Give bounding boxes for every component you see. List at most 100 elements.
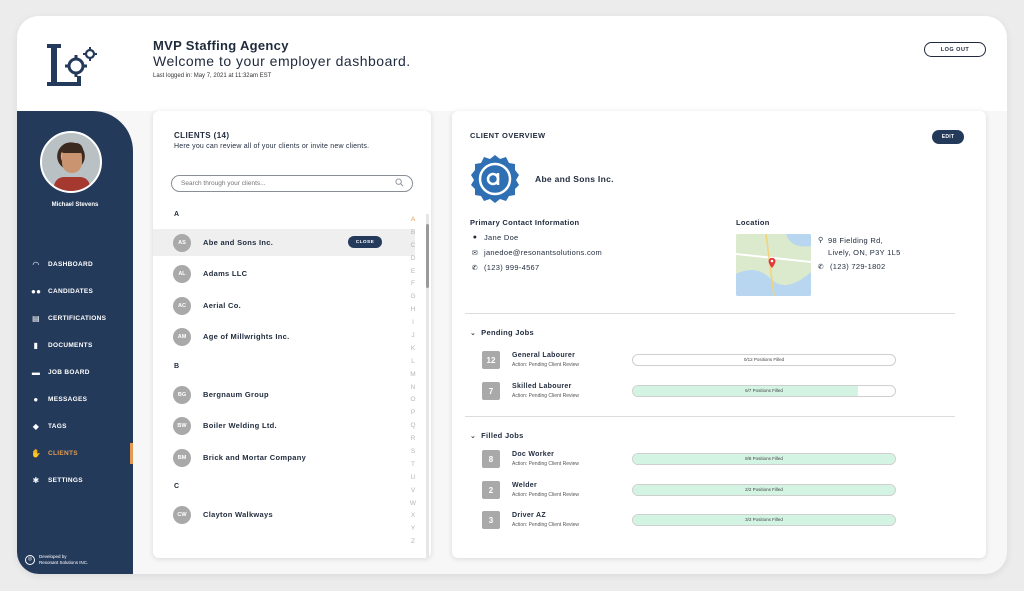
alphabet-letter[interactable]: P — [408, 409, 418, 422]
client-search — [171, 175, 413, 192]
pending-jobs-heading: Pending Jobs — [481, 328, 534, 337]
close-button[interactable]: CLOSE — [348, 236, 382, 248]
search-input[interactable] — [181, 178, 386, 189]
job-row[interactable]: 3 Driver AZ Action: Pending Client Revie… — [482, 511, 902, 531]
company-logo-icon — [471, 155, 519, 203]
location-address: ⚲ 98 Fielding Rd, Lively, ON, P3Y 1L5 — [818, 235, 901, 259]
alphabet-letter[interactable]: U — [408, 474, 418, 487]
alphabet-letter[interactable]: R — [408, 435, 418, 448]
sidebar-item-label: CLIENTS — [48, 450, 78, 457]
alphabet-letter[interactable]: X — [408, 512, 418, 525]
client-row[interactable]: BM Brick and Mortar Company — [153, 444, 415, 471]
job-progress-label: 2/2 Positions Filled — [745, 487, 783, 492]
location-phone-line[interactable]: ✆ (123) 729-1802 — [816, 262, 886, 271]
client-initials: AS — [173, 233, 191, 252]
tag-icon: ◆ — [32, 422, 40, 431]
alphabet-letter[interactable]: B — [408, 229, 418, 242]
alphabet-letter[interactable]: M — [408, 371, 418, 384]
clients-panel: CLIENTS (14) Here you can review all of … — [153, 111, 431, 558]
alphabet-letter[interactable]: G — [408, 293, 418, 306]
client-row[interactable]: AM Age of Millwrights Inc. — [153, 323, 415, 350]
alphabet-letter[interactable]: O — [408, 396, 418, 409]
alphabet-letter[interactable]: A — [408, 216, 418, 229]
alphabet-letter[interactable]: T — [408, 461, 418, 474]
alphabet-letter[interactable]: N — [408, 384, 418, 397]
phone-icon: ✆ — [817, 263, 825, 271]
client-row[interactable]: BG Bergnaum Group — [153, 381, 415, 408]
mail-icon: ✉ — [471, 249, 479, 257]
sidebar-item-clients[interactable]: ✋ CLIENTS — [17, 440, 133, 467]
sidebar-item-label: CERTIFICATIONS — [48, 315, 107, 322]
client-name: Abe and Sons Inc. — [203, 238, 274, 247]
sidebar-item-messages[interactable]: ● MESSAGES — [17, 386, 133, 413]
job-row[interactable]: 12 General Labourer Action: Pending Clie… — [482, 351, 902, 371]
alphabet-letter[interactable]: L — [408, 358, 418, 371]
sidebar-item-certifications[interactable]: ▤ CERTIFICATIONS — [17, 305, 133, 332]
job-progress-label: 0/12 Positions Filled — [743, 357, 785, 362]
client-name: Adams LLC — [203, 269, 248, 278]
chat-icon: ● — [33, 395, 39, 404]
alphabet-letter[interactable]: C — [408, 242, 418, 255]
group-letter: B — [174, 363, 180, 370]
briefcase-icon: ▬ — [31, 368, 41, 377]
job-name: Doc Worker — [512, 451, 555, 458]
clients-subtitle: Here you can review all of your clients … — [174, 143, 370, 150]
alphabet-letter[interactable]: H — [408, 306, 418, 319]
alphabet-letter[interactable]: J — [408, 332, 418, 345]
alphabet-letter[interactable]: Y — [408, 525, 418, 538]
scrollbar-thumb[interactable] — [426, 224, 429, 288]
last-login-text: Last logged in: May 7, 2021 at 11:32am E… — [153, 73, 272, 79]
sidebar-item-tags[interactable]: ◆ TAGS — [17, 413, 133, 440]
alphabet-letter[interactable]: S — [408, 448, 418, 461]
contact-email[interactable]: janedoe@resonantsolutions.com — [484, 248, 602, 257]
client-row[interactable]: CW Clayton Walkways — [153, 501, 415, 528]
job-name: Welder — [512, 482, 538, 489]
contact-phone[interactable]: (123) 999-4567 — [484, 263, 540, 272]
alphabet-letter[interactable]: Z — [408, 538, 418, 551]
sidebar-item-label: TAGS — [48, 423, 67, 430]
sidebar-item-job-board[interactable]: ▬ JOB BOARD — [17, 359, 133, 386]
filled-jobs-toggle[interactable]: ⌄ Filled Jobs — [470, 431, 524, 440]
location-phone[interactable]: (123) 729-1802 — [830, 262, 886, 271]
alphabet-letter[interactable]: F — [408, 280, 418, 293]
alphabet-letter[interactable]: V — [408, 487, 418, 500]
sidebar-item-dashboard[interactable]: ◠ DASHBOARD — [17, 251, 133, 278]
alphabet-letter[interactable]: K — [408, 345, 418, 358]
alphabet-letter[interactable]: D — [408, 255, 418, 268]
header: MVP Staffing Agency Welcome to your empl… — [17, 16, 1007, 111]
client-row[interactable]: AL Adams LLC — [153, 260, 415, 287]
dev-credit-line2: Resonant Solutions INC. — [39, 559, 89, 565]
job-row[interactable]: 2 Welder Action: Pending Client Review 2… — [482, 481, 902, 501]
sidebar: Michael Stevens ◠ DASHBOARD ●● CANDIDATE… — [17, 111, 133, 574]
location-map[interactable] — [736, 234, 811, 296]
alphabet-letter[interactable]: Q — [408, 422, 418, 435]
contact-phone-line[interactable]: ✆ (123) 999-4567 — [470, 263, 540, 272]
address-line2: Lively, ON, P3Y 1L5 — [828, 248, 901, 257]
alphabet-letter[interactable]: W — [408, 500, 418, 513]
handshake-icon: ✋ — [31, 449, 42, 458]
alphabet-index: ABCDEFGHIJKLMNOPQRSTUVWXYZ — [408, 216, 418, 551]
job-progress-bar: 0/12 Positions Filled — [632, 354, 896, 366]
alphabet-letter[interactable]: E — [408, 268, 418, 281]
sidebar-item-candidates[interactable]: ●● CANDIDATES — [17, 278, 133, 305]
pending-jobs-toggle[interactable]: ⌄ Pending Jobs — [470, 328, 534, 337]
job-row[interactable]: 7 Skilled Labourer Action: Pending Clien… — [482, 382, 902, 402]
client-row[interactable]: AS Abe and Sons Inc. CLOSE — [153, 229, 415, 256]
client-row[interactable]: AC Aerial Co. — [153, 292, 415, 319]
avatar[interactable] — [40, 131, 102, 193]
contact-name: Jane Doe — [484, 233, 519, 242]
contact-email-line[interactable]: ✉ janedoe@resonantsolutions.com — [470, 248, 602, 257]
client-row[interactable]: BW Boiler Welding Ltd. — [153, 412, 415, 439]
gauge-icon: ◠ — [32, 260, 40, 269]
edit-button[interactable]: EDIT — [932, 130, 964, 144]
sidebar-item-documents[interactable]: ▮ DOCUMENTS — [17, 332, 133, 359]
alphabet-letter[interactable]: I — [408, 319, 418, 332]
job-row[interactable]: 8 Doc Worker Action: Pending Client Revi… — [482, 450, 902, 470]
search-icon[interactable] — [395, 178, 404, 187]
logout-button[interactable]: LOG OUT — [924, 42, 986, 57]
job-progress-label: 6/7 Positions Filled — [745, 388, 783, 393]
sidebar-item-settings[interactable]: ✱ SETTINGS — [17, 467, 133, 494]
job-count: 3 — [482, 511, 500, 529]
job-count: 12 — [482, 351, 500, 369]
client-name: Boiler Welding Ltd. — [203, 421, 277, 430]
